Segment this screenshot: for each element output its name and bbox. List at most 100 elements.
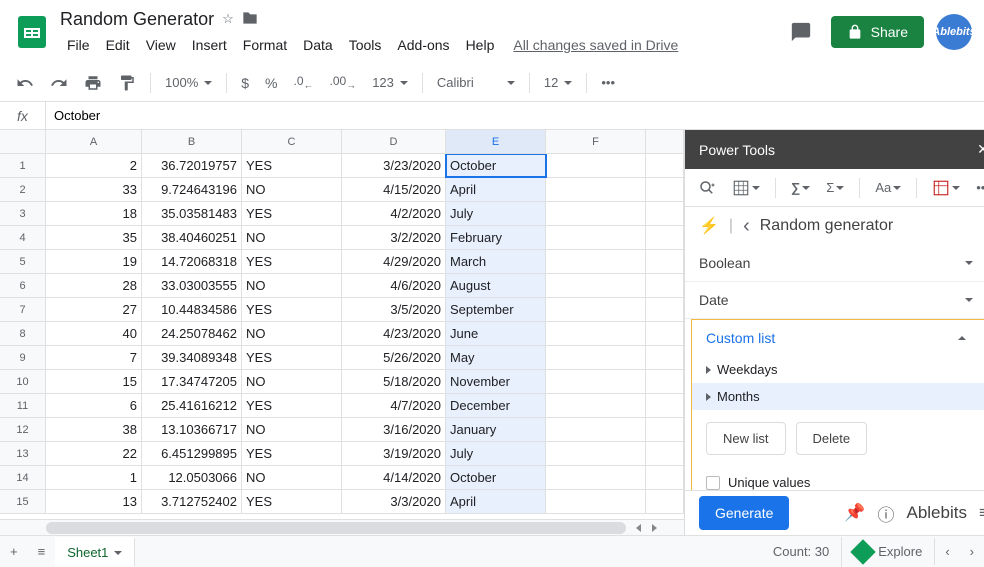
cell[interactable]: NO (242, 274, 342, 297)
cell[interactable]: 18 (46, 202, 142, 225)
info-icon[interactable]: ⓘ (877, 501, 894, 526)
cell[interactable]: 17.34747205 (142, 370, 242, 393)
print-icon[interactable] (78, 69, 108, 97)
star-icon[interactable]: ☆ (222, 11, 234, 27)
cell[interactable]: March (446, 250, 546, 273)
col-header-a[interactable]: A (46, 130, 142, 153)
cell[interactable]: 3/23/2020 (342, 154, 446, 177)
cell[interactable]: 4/7/2020 (342, 394, 446, 417)
font-size-dropdown[interactable]: 12 (538, 71, 578, 94)
cell[interactable]: October (446, 466, 546, 489)
row-header[interactable]: 13 (0, 442, 46, 465)
selection-count[interactable]: Count: 30 (773, 544, 829, 559)
col-header-b[interactable]: B (142, 130, 242, 153)
cell[interactable] (646, 466, 684, 489)
cell[interactable]: August (446, 274, 546, 297)
cell[interactable] (546, 178, 646, 201)
list-item-months[interactable]: Months (692, 383, 984, 410)
nav-right-icon[interactable]: › (960, 538, 984, 565)
cell[interactable]: June (446, 322, 546, 345)
new-list-button[interactable]: New list (706, 422, 786, 455)
row-header[interactable]: 10 (0, 370, 46, 393)
section-boolean[interactable]: Boolean (685, 245, 984, 281)
sb-tool-2-icon[interactable] (727, 174, 765, 202)
cell[interactable]: 13 (46, 490, 142, 513)
more-toolbar-icon[interactable]: ••• (595, 70, 621, 95)
cell[interactable]: 19 (46, 250, 142, 273)
cell[interactable]: 25.41616212 (142, 394, 242, 417)
sb-tool-5-icon[interactable]: Aa (870, 175, 906, 200)
menu-addons[interactable]: Add-ons (390, 33, 456, 57)
cell[interactable]: 35.03581483 (142, 202, 242, 225)
cell[interactable]: 3.712752402 (142, 490, 242, 513)
cell[interactable]: NO (242, 226, 342, 249)
row-header[interactable]: 7 (0, 298, 46, 321)
cell[interactable]: 14.72068318 (142, 250, 242, 273)
cell[interactable]: 5/26/2020 (342, 346, 446, 369)
cell[interactable]: 33 (46, 178, 142, 201)
menu-help[interactable]: Help (459, 33, 502, 57)
cell[interactable] (546, 250, 646, 273)
cell[interactable]: 33.03003555 (142, 274, 242, 297)
save-status[interactable]: All changes saved in Drive (513, 37, 678, 53)
menu-icon[interactable]: ≡ (979, 503, 984, 523)
cell[interactable]: 2 (46, 154, 142, 177)
avatar[interactable]: Ablebits (936, 14, 972, 50)
row-header[interactable]: 3 (0, 202, 46, 225)
cell[interactable]: April (446, 178, 546, 201)
cell[interactable]: 6.451299895 (142, 442, 242, 465)
horizontal-scrollbar[interactable] (0, 519, 684, 535)
share-button[interactable]: Share (831, 16, 924, 48)
cell[interactable]: December (446, 394, 546, 417)
cell[interactable] (646, 394, 684, 417)
cell[interactable] (646, 442, 684, 465)
number-format-dropdown[interactable]: 123 (366, 71, 414, 94)
row-header[interactable]: 15 (0, 490, 46, 513)
cell[interactable] (546, 466, 646, 489)
cell[interactable]: July (446, 442, 546, 465)
col-header-e[interactable]: E (446, 130, 546, 153)
col-header-d[interactable]: D (342, 130, 446, 153)
zoom-dropdown[interactable]: 100% (159, 71, 218, 94)
undo-icon[interactable] (10, 69, 40, 97)
cell[interactable]: 4/2/2020 (342, 202, 446, 225)
explore-button[interactable]: Explore (841, 537, 934, 567)
row-header[interactable]: 4 (0, 226, 46, 249)
doc-title[interactable]: Random Generator (60, 9, 214, 30)
row-header[interactable]: 2 (0, 178, 46, 201)
cell[interactable]: 3/16/2020 (342, 418, 446, 441)
cell[interactable]: November (446, 370, 546, 393)
cell[interactable] (546, 346, 646, 369)
cell[interactable] (546, 490, 646, 513)
cell[interactable]: 36.72019757 (142, 154, 242, 177)
cell[interactable]: NO (242, 370, 342, 393)
cell[interactable] (546, 370, 646, 393)
cell[interactable] (646, 178, 684, 201)
delete-button[interactable]: Delete (796, 422, 868, 455)
row-header[interactable]: 14 (0, 466, 46, 489)
row-header[interactable]: 1 (0, 154, 46, 177)
menu-format[interactable]: Format (236, 33, 294, 57)
sb-tool-1-icon[interactable] (693, 174, 721, 202)
cell[interactable] (546, 394, 646, 417)
menu-tools[interactable]: Tools (342, 33, 389, 57)
cell[interactable]: 1 (46, 466, 142, 489)
add-sheet-icon[interactable]: + (0, 538, 28, 565)
sheet-tab[interactable]: Sheet1 (55, 537, 135, 566)
row-header[interactable]: 12 (0, 418, 46, 441)
cell[interactable]: YES (242, 202, 342, 225)
row-header[interactable]: 8 (0, 322, 46, 345)
menu-view[interactable]: View (139, 33, 183, 57)
cell[interactable] (646, 322, 684, 345)
sb-tool-3-icon[interactable]: ∑ (786, 175, 815, 200)
cell[interactable]: 4/23/2020 (342, 322, 446, 345)
cell[interactable]: September (446, 298, 546, 321)
cell[interactable]: 3/5/2020 (342, 298, 446, 321)
cell[interactable]: YES (242, 490, 342, 513)
cell[interactable]: 28 (46, 274, 142, 297)
sb-more-icon[interactable]: ••• (971, 175, 984, 200)
paint-format-icon[interactable] (112, 69, 142, 97)
cell[interactable]: YES (242, 298, 342, 321)
cell[interactable] (646, 226, 684, 249)
decrease-decimal-button[interactable]: .0← (288, 69, 320, 96)
